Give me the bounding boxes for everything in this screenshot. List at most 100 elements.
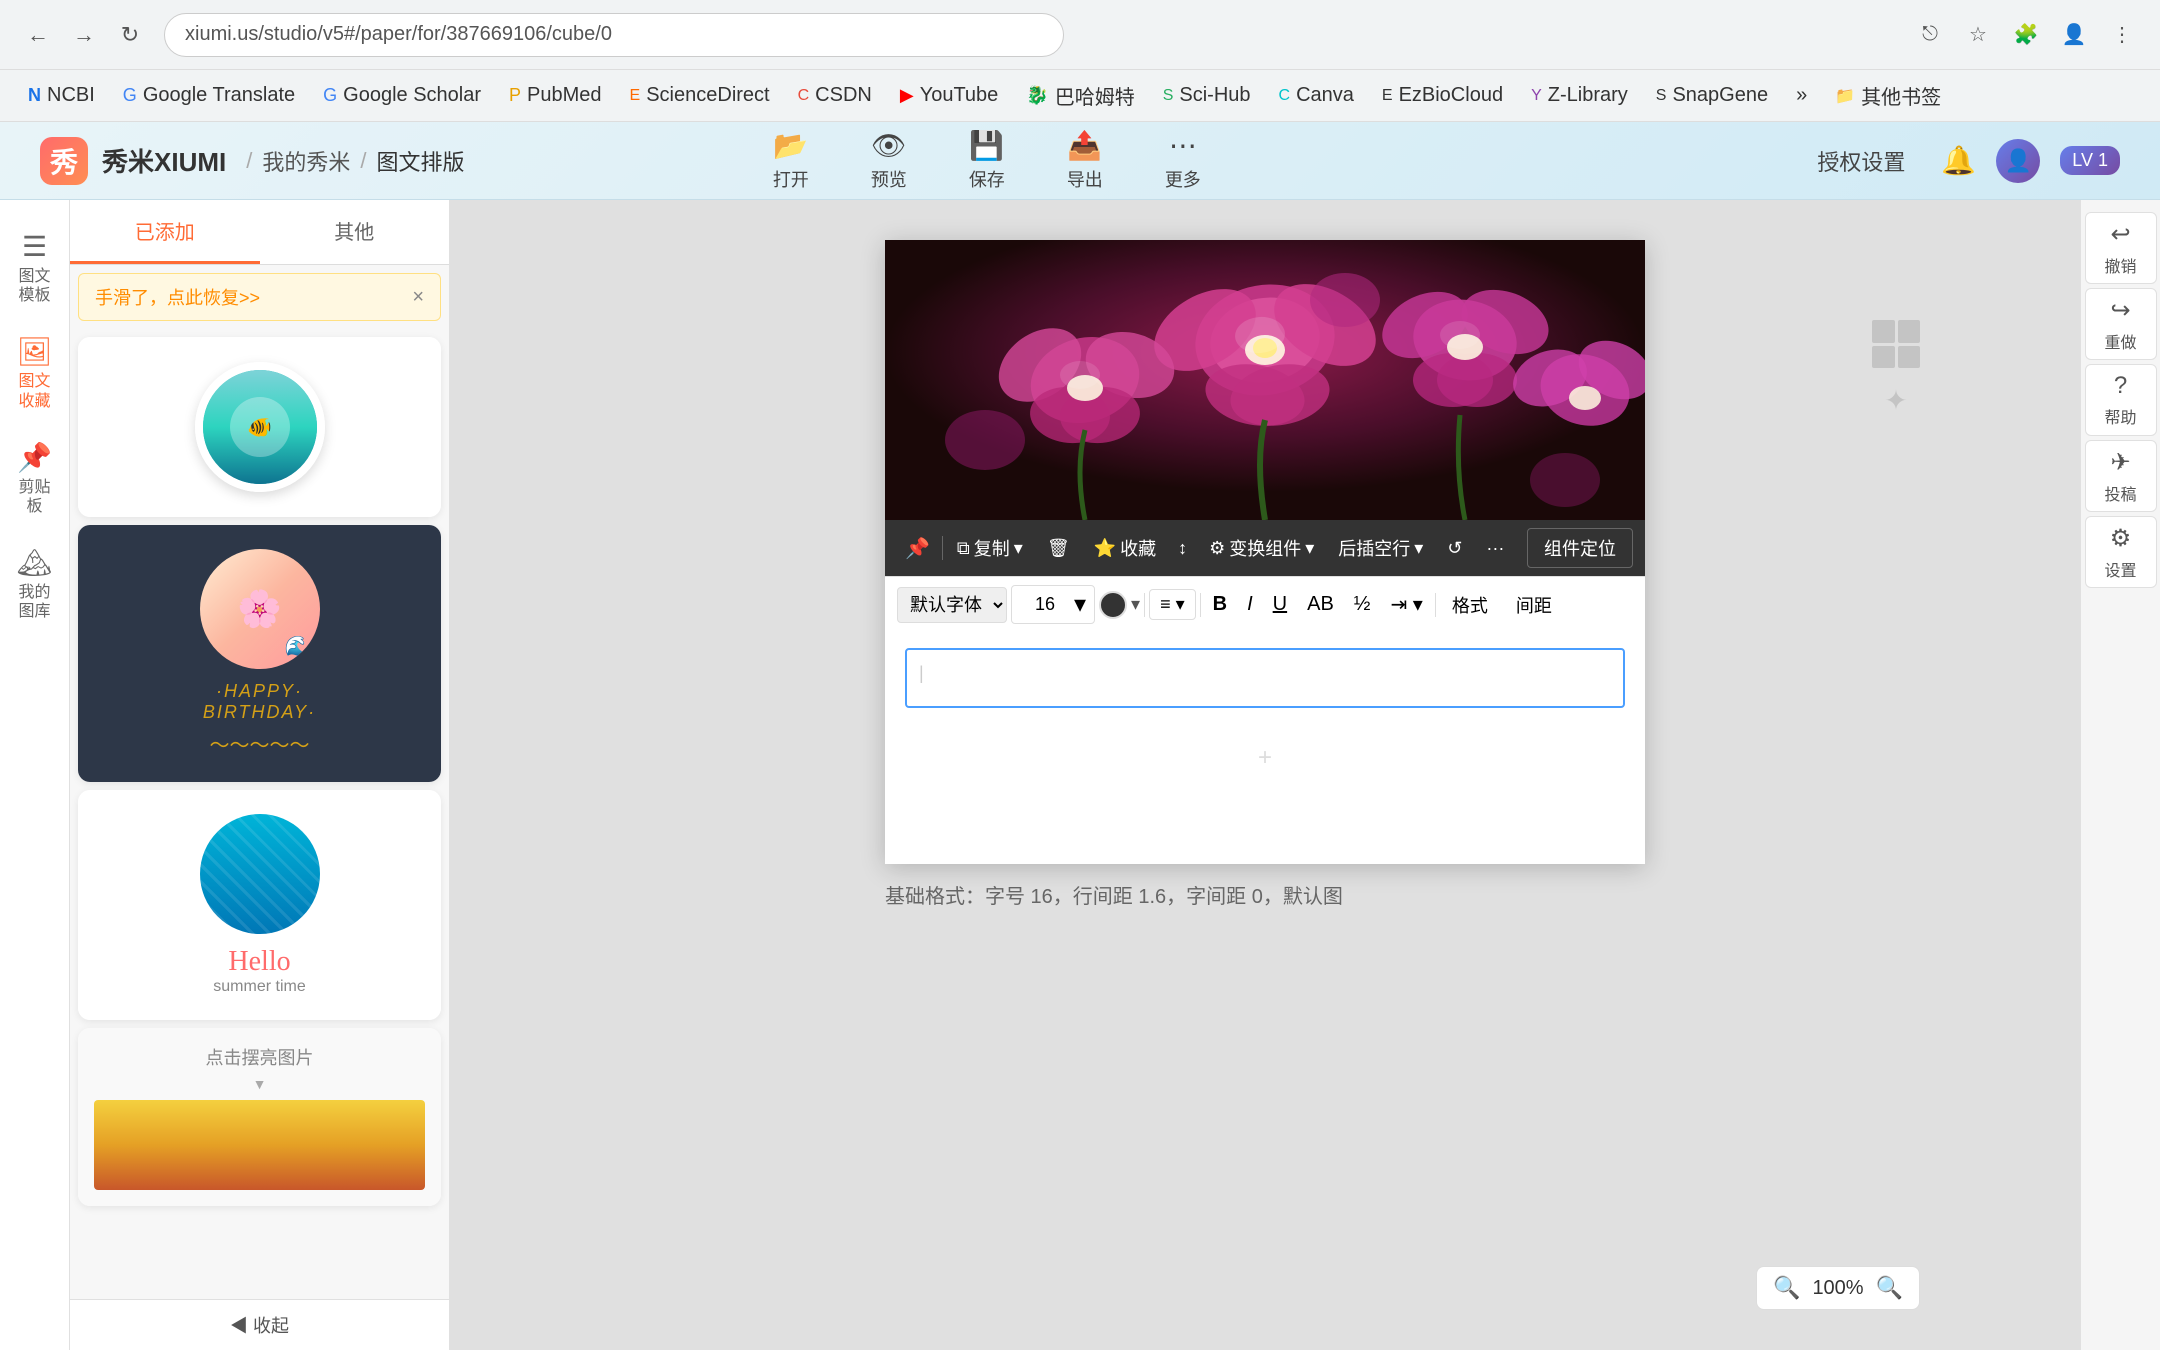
bookmark-pubmed[interactable]: P PubMed: [497, 78, 614, 113]
sidebar-item-collection[interactable]: 🖼 图文收藏: [5, 325, 65, 420]
summer-sub: summer time: [102, 978, 417, 996]
bold-button[interactable]: B: [1205, 589, 1235, 620]
browser-actions: ⎋ ☆ 🧩 👤 ⋮: [1912, 17, 2140, 53]
bookmark-snapgene[interactable]: S SnapGene: [1644, 78, 1780, 113]
zoom-in-button[interactable]: 🔍: [1876, 1275, 1903, 1301]
strikethrough-button[interactable]: AB: [1299, 589, 1342, 620]
header-right: 授权设置 🔔 👤 LV 1: [1801, 137, 2120, 185]
tab-added[interactable]: 已添加: [70, 200, 260, 264]
bookmark-youtube[interactable]: ▶ YouTube: [888, 78, 1010, 113]
font-family-select[interactable]: 默认字体: [897, 587, 1007, 623]
format-toolbar-top: 📌 ⧉ 复制 ▾ 🗑 ⭐ 收藏 ↕ ⚙ 变换组件 ▾: [885, 520, 1645, 576]
tab-other[interactable]: 其他: [260, 200, 450, 264]
extension-icon[interactable]: 🧩: [2008, 17, 2044, 53]
redo-icon: ↪: [2110, 296, 2130, 325]
italic-button[interactable]: I: [1239, 589, 1261, 620]
back-button[interactable]: ←: [20, 17, 56, 53]
grid-view-icon[interactable]: [1872, 320, 1920, 368]
reload-button[interactable]: ↻: [112, 17, 148, 53]
zoom-controls: 🔍 100% 🔍: [1756, 1266, 1920, 1310]
underline-button[interactable]: U: [1265, 589, 1295, 620]
profile-icon[interactable]: 👤: [2056, 17, 2092, 53]
bookmark-google-scholar[interactable]: G Google Scholar: [311, 78, 493, 113]
bookmark-scihub[interactable]: S Sci-Hub: [1151, 78, 1263, 113]
canvas-content-area[interactable]: +: [885, 724, 1645, 864]
status-text: 基础格式：字号 16，行间距 1.6，字间距 0，默认图: [885, 886, 1343, 908]
template-card-birthday[interactable]: 🌸 🌊 ·HAPPY· BIRTHDAY· 〜〜〜〜〜: [78, 525, 441, 782]
indent-button[interactable]: ⇥ ▾: [1382, 588, 1430, 621]
copy-button[interactable]: ⧉ 复制 ▾: [947, 529, 1033, 567]
restore-link[interactable]: 手滑了，点此恢复>>: [95, 284, 260, 310]
submit-button[interactable]: ✈ 投稿: [2085, 440, 2157, 512]
auth-settings-button[interactable]: 授权设置: [1801, 137, 1921, 185]
logo-icon: 秀: [40, 137, 88, 185]
collect-button[interactable]: ⭐ 收藏: [1084, 529, 1166, 567]
delete-button[interactable]: 🗑: [1037, 532, 1080, 565]
address-bar[interactable]: xiumi.us/studio/v5#/paper/for/387669106/…: [164, 13, 1064, 57]
canvas-overlay-icons: ✦: [1872, 320, 1920, 424]
bookmark-ezbicloud[interactable]: E EzBioCloud: [1370, 78, 1515, 113]
menu-icon[interactable]: ⋮: [2104, 17, 2140, 53]
breadcrumb-layout: 图文排版: [377, 145, 465, 177]
transform-button[interactable]: ⚙ 变换组件 ▾: [1199, 529, 1324, 567]
more-options-button[interactable]: ···: [1476, 532, 1514, 565]
forward-button[interactable]: →: [66, 17, 102, 53]
redo-button[interactable]: ↪ 重做: [2085, 288, 2157, 360]
zoom-out-button[interactable]: 🔍: [1773, 1275, 1800, 1301]
sparkle-icon[interactable]: ✦: [1872, 376, 1920, 424]
sidebar-item-clipboard[interactable]: 📌 剪贴板: [5, 431, 65, 526]
template-card-photo[interactable]: 点击摆亮图片 ▼: [78, 1028, 441, 1206]
transform-icon: ⚙: [1209, 538, 1225, 559]
settings-button[interactable]: ⚙ 设置: [2085, 516, 2157, 588]
undo-button[interactable]: ↩ 撤销: [2085, 212, 2157, 284]
bookmark-csdn[interactable]: C CSDN: [786, 78, 884, 113]
align-button[interactable]: ≡ ▾: [1149, 589, 1196, 620]
help-button[interactable]: ? 帮助: [2085, 364, 2157, 436]
format-style-button[interactable]: 格式: [1440, 588, 1500, 622]
help-icon: ?: [2114, 372, 2127, 400]
share-icon[interactable]: ⎋: [1912, 17, 1948, 53]
font-size-dropdown-icon[interactable]: ▾: [1074, 590, 1086, 619]
notification-bell-icon[interactable]: 🔔: [1941, 144, 1976, 177]
bookmark-sciencedirect[interactable]: E ScienceDirect: [618, 78, 782, 113]
breadcrumb-myxiumi[interactable]: 我的秀米: [262, 145, 350, 177]
sidebar-item-gallery[interactable]: 🏔 我的图库: [5, 536, 65, 631]
bookmark-more[interactable]: »: [1784, 78, 1819, 113]
sidebar-item-templates[interactable]: ☰ 图文模板: [5, 220, 65, 315]
insert-dropdown-icon: ▾: [1414, 538, 1423, 559]
insert-button[interactable]: 后插空行 ▾: [1328, 529, 1433, 567]
toolbar-export[interactable]: 📤 导出: [1051, 123, 1119, 198]
toolbar-open[interactable]: 📂 打开: [757, 123, 825, 198]
user-avatar[interactable]: 👤: [1996, 139, 2040, 183]
toolbar-preview[interactable]: 👁 预览: [855, 123, 923, 198]
toolbar-save[interactable]: 💾 保存: [953, 123, 1021, 198]
bookmark-canva[interactable]: C Canva: [1267, 78, 1366, 113]
template-card-teal[interactable]: 🐠: [78, 337, 441, 517]
bookmark-zlibrary[interactable]: Y Z-Library: [1519, 78, 1640, 113]
photo-label: 点击摆亮图片: [94, 1044, 425, 1070]
rotate-button[interactable]: ↺: [1437, 532, 1472, 565]
pin-button[interactable]: 📌: [897, 530, 938, 567]
color-picker[interactable]: [1099, 591, 1127, 619]
bookmark-bahamut[interactable]: 🐉 巴哈姆特: [1014, 75, 1146, 116]
panel-tabs: 已添加 其他: [70, 200, 449, 265]
main-layout: ☰ 图文模板 🖼 图文收藏 📌 剪贴板 🏔 我的图库 已添加 其他 手滑了，点此…: [0, 200, 2160, 1350]
bookmark-others[interactable]: 📁 其他书签: [1823, 75, 1953, 116]
bookmark-google-translate[interactable]: G Google Translate: [111, 78, 307, 113]
template-card-summer[interactable]: Hello summer time: [78, 790, 441, 1020]
font-size-input[interactable]: [1020, 594, 1070, 615]
text-placeholder-plus: +: [1258, 744, 1272, 772]
formula-button[interactable]: ½: [1346, 589, 1379, 620]
save-icon: 💾: [969, 129, 1004, 162]
spacing-button[interactable]: 间距: [1504, 588, 1564, 622]
text-input-box[interactable]: |: [905, 648, 1625, 708]
close-banner-button[interactable]: ×: [412, 286, 424, 309]
bookmark-icon[interactable]: ☆: [1960, 17, 1996, 53]
status-bar: 基础格式：字号 16，行间距 1.6，字间距 0，默认图: [885, 880, 1645, 910]
move-button[interactable]: ↕: [1170, 532, 1195, 565]
bookmark-ncbi[interactable]: N NCBI: [16, 78, 107, 113]
collapse-button[interactable]: ◀ 收起: [70, 1299, 449, 1350]
toolbar-more[interactable]: ⋯ 更多: [1149, 123, 1217, 198]
position-button[interactable]: 组件定位: [1527, 528, 1633, 568]
color-picker-dropdown-icon[interactable]: ▾: [1131, 594, 1140, 615]
